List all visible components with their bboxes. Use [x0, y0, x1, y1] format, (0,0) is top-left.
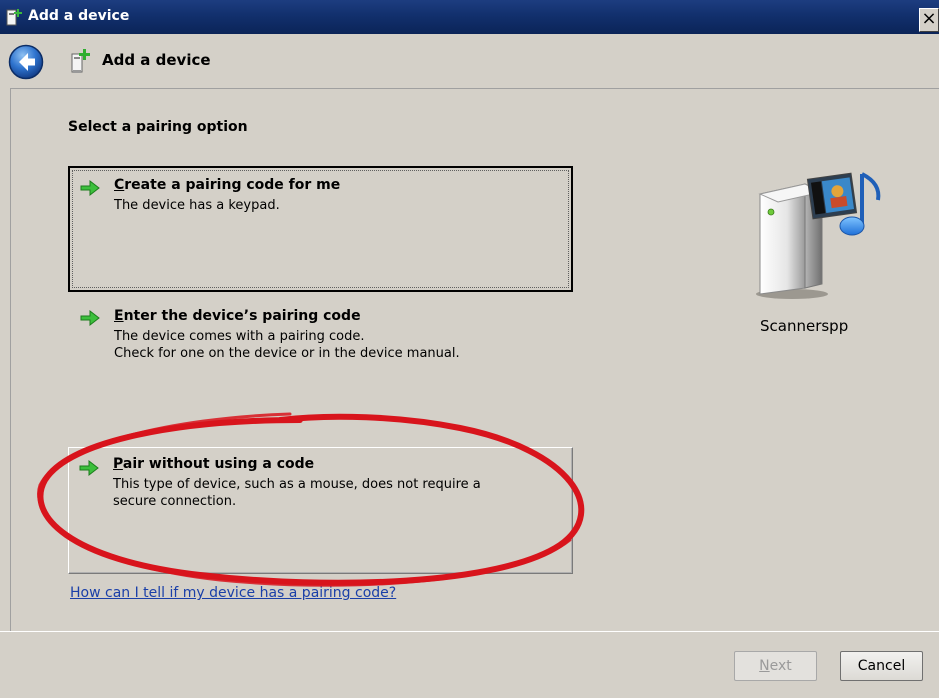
option-pair-without-code[interactable]: Pair without using a code This type of d…	[68, 447, 573, 574]
device-icon	[6, 9, 22, 26]
section-heading: Select a pairing option	[68, 119, 248, 135]
navigation-bar: Add a device	[0, 34, 939, 88]
back-button[interactable]	[8, 44, 44, 80]
pairing-code-help-link[interactable]: How can I tell if my device has a pairin…	[70, 585, 396, 601]
media-device-icon	[756, 172, 881, 299]
close-icon: ×	[921, 8, 937, 29]
title-bar: Add a device ×	[0, 0, 939, 34]
page-title: Add a device	[102, 51, 211, 69]
device-name: Scannerspp	[760, 317, 849, 335]
option-description: The device comes with a pairing code. Ch…	[114, 329, 460, 361]
next-button[interactable]: Next	[734, 651, 817, 681]
option-title: Pair without using a code	[113, 456, 315, 472]
content-panel: Select a pairing option Create a pairing…	[10, 88, 939, 631]
option-description: This type of device, such as a mouse, do…	[113, 477, 481, 509]
cancel-button[interactable]: Cancel	[840, 651, 923, 681]
option-description: The device has a keypad.	[114, 198, 280, 213]
green-arrow-icon	[79, 459, 99, 477]
option-title: Enter the device’s pairing code	[114, 308, 361, 324]
add-device-icon	[71, 49, 90, 73]
close-button[interactable]: ×	[919, 8, 939, 32]
option-title: Create a pairing code for me	[114, 177, 341, 193]
option-enter-device-code[interactable]: Enter the device’s pairing code The devi…	[68, 299, 573, 381]
green-arrow-icon	[80, 179, 100, 197]
green-arrow-icon	[80, 309, 100, 327]
button-bar: Next Cancel	[0, 631, 939, 698]
option-create-pairing-code[interactable]: Create a pairing code for me The device …	[68, 166, 573, 292]
window-title: Add a device	[28, 8, 130, 24]
